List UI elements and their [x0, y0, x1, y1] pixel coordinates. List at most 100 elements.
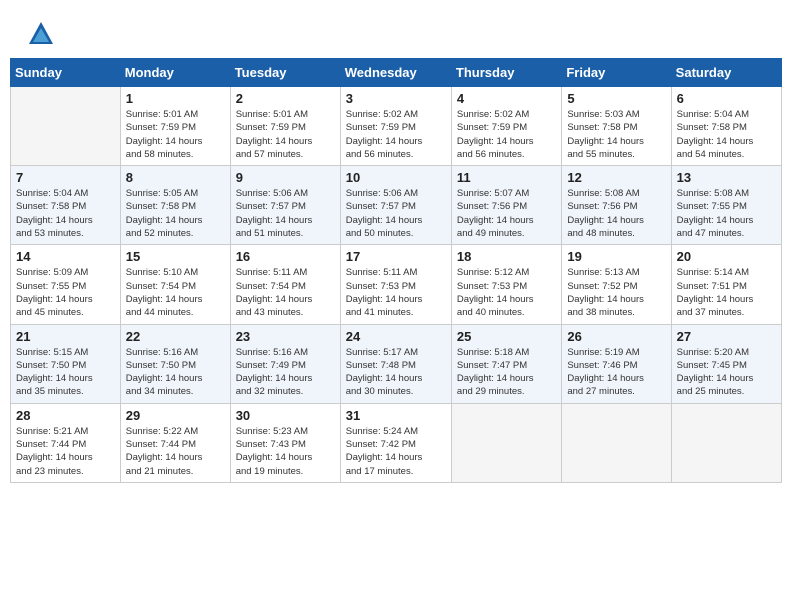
col-header-sunday: Sunday	[11, 59, 121, 87]
calendar-cell	[451, 403, 561, 482]
day-number: 29	[126, 408, 225, 423]
calendar-week-row: 7 Sunrise: 5:04 AM Sunset: 7:58 PM Daylig…	[11, 166, 782, 245]
day-number: 12	[567, 170, 665, 185]
calendar-cell: 25 Sunrise: 5:18 AM Sunset: 7:47 PM Dayli…	[451, 324, 561, 403]
day-info: Sunrise: 5:13 AM Sunset: 7:52 PM Dayligh…	[567, 266, 665, 319]
col-header-tuesday: Tuesday	[230, 59, 340, 87]
day-info: Sunrise: 5:07 AM Sunset: 7:56 PM Dayligh…	[457, 187, 556, 240]
page-header	[10, 10, 782, 53]
day-number: 1	[126, 91, 225, 106]
calendar-cell: 19 Sunrise: 5:13 AM Sunset: 7:52 PM Dayli…	[562, 245, 671, 324]
day-info: Sunrise: 5:18 AM Sunset: 7:47 PM Dayligh…	[457, 346, 556, 399]
calendar-cell	[562, 403, 671, 482]
day-number: 27	[677, 329, 776, 344]
day-number: 17	[346, 249, 446, 264]
day-info: Sunrise: 5:09 AM Sunset: 7:55 PM Dayligh…	[16, 266, 115, 319]
calendar-cell: 20 Sunrise: 5:14 AM Sunset: 7:51 PM Dayli…	[671, 245, 781, 324]
logo-icon	[27, 20, 55, 48]
day-number: 4	[457, 91, 556, 106]
day-number: 31	[346, 408, 446, 423]
day-info: Sunrise: 5:17 AM Sunset: 7:48 PM Dayligh…	[346, 346, 446, 399]
day-number: 20	[677, 249, 776, 264]
calendar-cell: 12Sunrise: 5:08 AM Sunset: 7:56 PM Dayli…	[562, 166, 671, 245]
calendar-cell	[11, 87, 121, 166]
day-number: 11	[457, 170, 556, 185]
col-header-monday: Monday	[120, 59, 230, 87]
calendar-cell: 21Sunrise: 5:15 AM Sunset: 7:50 PM Dayli…	[11, 324, 121, 403]
day-info: Sunrise: 5:02 AM Sunset: 7:59 PM Dayligh…	[346, 108, 446, 161]
calendar-cell: 11 Sunrise: 5:07 AM Sunset: 7:56 PM Dayli…	[451, 166, 561, 245]
calendar-week-row: 1 Sunrise: 5:01 AM Sunset: 7:59 PM Daylig…	[11, 87, 782, 166]
day-info: Sunrise: 5:05 AM Sunset: 7:58 PM Dayligh…	[126, 187, 225, 240]
col-header-saturday: Saturday	[671, 59, 781, 87]
day-info: Sunrise: 5:04 AM Sunset: 7:58 PM Dayligh…	[677, 108, 776, 161]
calendar-cell: 16Sunrise: 5:11 AM Sunset: 7:54 PM Dayli…	[230, 245, 340, 324]
day-info: Sunrise: 5:23 AM Sunset: 7:43 PM Dayligh…	[236, 425, 335, 478]
day-number: 24	[346, 329, 446, 344]
day-number: 19	[567, 249, 665, 264]
calendar-week-row: 28 Sunrise: 5:21 AM Sunset: 7:44 PM Dayli…	[11, 403, 782, 482]
day-info: Sunrise: 5:04 AM Sunset: 7:58 PM Dayligh…	[16, 187, 115, 240]
day-info: Sunrise: 5:11 AM Sunset: 7:53 PM Dayligh…	[346, 266, 446, 319]
calendar-cell: 4Sunrise: 5:02 AM Sunset: 7:59 PM Daylig…	[451, 87, 561, 166]
day-number: 5	[567, 91, 665, 106]
day-info: Sunrise: 5:06 AM Sunset: 7:57 PM Dayligh…	[346, 187, 446, 240]
calendar-cell: 6 Sunrise: 5:04 AM Sunset: 7:58 PM Daylig…	[671, 87, 781, 166]
col-header-thursday: Thursday	[451, 59, 561, 87]
day-info: Sunrise: 5:20 AM Sunset: 7:45 PM Dayligh…	[677, 346, 776, 399]
calendar-cell: 13 Sunrise: 5:08 AM Sunset: 7:55 PM Dayli…	[671, 166, 781, 245]
day-number: 26	[567, 329, 665, 344]
day-number: 13	[677, 170, 776, 185]
calendar-cell: 14Sunrise: 5:09 AM Sunset: 7:55 PM Dayli…	[11, 245, 121, 324]
day-number: 28	[16, 408, 115, 423]
day-info: Sunrise: 5:16 AM Sunset: 7:49 PM Dayligh…	[236, 346, 335, 399]
calendar-cell: 1 Sunrise: 5:01 AM Sunset: 7:59 PM Daylig…	[120, 87, 230, 166]
calendar-cell: 15 Sunrise: 5:10 AM Sunset: 7:54 PM Dayli…	[120, 245, 230, 324]
calendar-week-row: 21Sunrise: 5:15 AM Sunset: 7:50 PM Dayli…	[11, 324, 782, 403]
day-info: Sunrise: 5:08 AM Sunset: 7:55 PM Dayligh…	[677, 187, 776, 240]
calendar-cell: 3Sunrise: 5:02 AM Sunset: 7:59 PM Daylig…	[340, 87, 451, 166]
calendar-cell: 18 Sunrise: 5:12 AM Sunset: 7:53 PM Dayli…	[451, 245, 561, 324]
col-header-friday: Friday	[562, 59, 671, 87]
day-number: 2	[236, 91, 335, 106]
day-info: Sunrise: 5:11 AM Sunset: 7:54 PM Dayligh…	[236, 266, 335, 319]
calendar-cell: 5Sunrise: 5:03 AM Sunset: 7:58 PM Daylig…	[562, 87, 671, 166]
day-number: 10	[346, 170, 446, 185]
day-info: Sunrise: 5:15 AM Sunset: 7:50 PM Dayligh…	[16, 346, 115, 399]
day-number: 15	[126, 249, 225, 264]
day-number: 25	[457, 329, 556, 344]
calendar-cell: 7 Sunrise: 5:04 AM Sunset: 7:58 PM Daylig…	[11, 166, 121, 245]
day-info: Sunrise: 5:19 AM Sunset: 7:46 PM Dayligh…	[567, 346, 665, 399]
calendar-cell: 24 Sunrise: 5:17 AM Sunset: 7:48 PM Dayli…	[340, 324, 451, 403]
calendar-cell: 31 Sunrise: 5:24 AM Sunset: 7:42 PM Dayli…	[340, 403, 451, 482]
calendar-cell: 28 Sunrise: 5:21 AM Sunset: 7:44 PM Dayli…	[11, 403, 121, 482]
logo	[25, 20, 57, 48]
day-number: 9	[236, 170, 335, 185]
calendar-cell: 29 Sunrise: 5:22 AM Sunset: 7:44 PM Dayli…	[120, 403, 230, 482]
calendar-header-row: SundayMondayTuesdayWednesdayThursdayFrid…	[11, 59, 782, 87]
day-number: 6	[677, 91, 776, 106]
col-header-wednesday: Wednesday	[340, 59, 451, 87]
day-info: Sunrise: 5:24 AM Sunset: 7:42 PM Dayligh…	[346, 425, 446, 478]
calendar-cell: 26 Sunrise: 5:19 AM Sunset: 7:46 PM Dayli…	[562, 324, 671, 403]
day-info: Sunrise: 5:21 AM Sunset: 7:44 PM Dayligh…	[16, 425, 115, 478]
day-info: Sunrise: 5:06 AM Sunset: 7:57 PM Dayligh…	[236, 187, 335, 240]
day-number: 30	[236, 408, 335, 423]
calendar-cell: 30 Sunrise: 5:23 AM Sunset: 7:43 PM Dayli…	[230, 403, 340, 482]
calendar-cell: 22Sunrise: 5:16 AM Sunset: 7:50 PM Dayli…	[120, 324, 230, 403]
day-info: Sunrise: 5:14 AM Sunset: 7:51 PM Dayligh…	[677, 266, 776, 319]
calendar-cell	[671, 403, 781, 482]
day-info: Sunrise: 5:22 AM Sunset: 7:44 PM Dayligh…	[126, 425, 225, 478]
day-info: Sunrise: 5:10 AM Sunset: 7:54 PM Dayligh…	[126, 266, 225, 319]
calendar-table: SundayMondayTuesdayWednesdayThursdayFrid…	[10, 58, 782, 483]
calendar-cell: 10 Sunrise: 5:06 AM Sunset: 7:57 PM Dayli…	[340, 166, 451, 245]
day-number: 8	[126, 170, 225, 185]
day-info: Sunrise: 5:01 AM Sunset: 7:59 PM Dayligh…	[126, 108, 225, 161]
day-number: 7	[16, 170, 115, 185]
day-info: Sunrise: 5:12 AM Sunset: 7:53 PM Dayligh…	[457, 266, 556, 319]
calendar-cell: 8 Sunrise: 5:05 AM Sunset: 7:58 PM Daylig…	[120, 166, 230, 245]
day-number: 23	[236, 329, 335, 344]
calendar-cell: 17 Sunrise: 5:11 AM Sunset: 7:53 PM Dayli…	[340, 245, 451, 324]
calendar-cell: 23 Sunrise: 5:16 AM Sunset: 7:49 PM Dayli…	[230, 324, 340, 403]
day-number: 18	[457, 249, 556, 264]
